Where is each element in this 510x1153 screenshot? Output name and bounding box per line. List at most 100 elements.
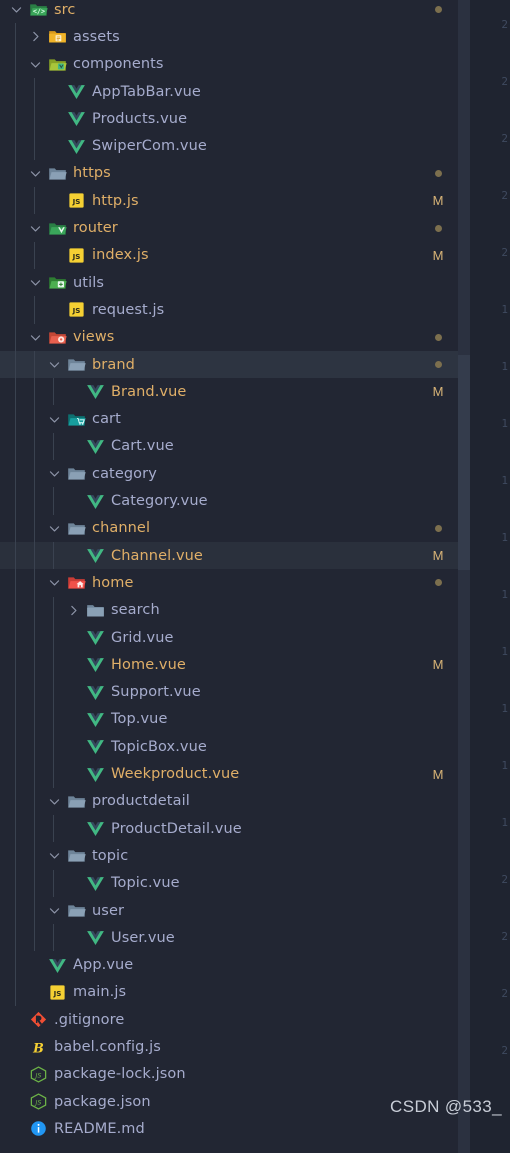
tree-item-label: http.js [92, 192, 139, 209]
tree-item-label: AppTabBar.vue [92, 83, 201, 100]
tree-folder-https[interactable]: https [0, 160, 458, 187]
tree-file-cart-vue[interactable]: Cart.vue [0, 433, 458, 460]
tree-folder-productdetail[interactable]: productdetail [0, 788, 458, 815]
tree-folder-router[interactable]: router [0, 214, 458, 241]
vue-icon [67, 82, 86, 101]
chevron-down-icon[interactable] [46, 793, 62, 809]
tree-file-top-vue[interactable]: Top.vue [0, 706, 458, 733]
tree-file-brand-vue[interactable]: Brand.vue M [0, 378, 458, 405]
editor-line-number: 1 [501, 816, 508, 829]
tree-folder-topic[interactable]: topic [0, 842, 458, 869]
tree-folder-views[interactable]: views [0, 324, 458, 351]
tree-file-topic-vue[interactable]: Topic.vue [0, 870, 458, 897]
tree-item-label: ProductDetail.vue [111, 820, 242, 837]
tree-file-products-vue[interactable]: Products.vue [0, 105, 458, 132]
chevron-down-icon[interactable] [27, 56, 43, 72]
tree-item-label: src [54, 1, 76, 18]
tree-file-http-js[interactable]: JS http.js M [0, 187, 458, 214]
chevron-down-icon[interactable] [27, 329, 43, 345]
tree-file-apptabbar-vue[interactable]: AppTabBar.vue [0, 78, 458, 105]
tree-item-label: Grid.vue [111, 629, 174, 646]
folder-icon [67, 573, 86, 592]
tree-item-label: Home.vue [111, 656, 186, 673]
js-icon: JS [67, 246, 86, 265]
folder-icon [67, 464, 86, 483]
sidebar-splitter[interactable] [458, 0, 470, 1153]
tree-file-weekproduct-vue[interactable]: Weekproduct.vue M [0, 760, 458, 787]
chevron-down-icon[interactable] [46, 411, 62, 427]
tree-file-package-lock-json[interactable]: JS package-lock.json [0, 1061, 458, 1088]
chevron-down-icon[interactable] [27, 275, 43, 291]
tree-item-label: productdetail [92, 793, 190, 810]
tree-file-user-vue[interactable]: User.vue [0, 924, 458, 951]
tree-file-request-js[interactable]: JS request.js [0, 296, 458, 323]
editor-line-number: 2 [501, 987, 508, 1000]
folder-icon [48, 273, 67, 292]
vue-icon [67, 137, 86, 156]
explorer-file-tree[interactable]: </> src assets components AppTabBar.vue Produ… [0, 0, 458, 1153]
chevron-down-icon[interactable] [27, 220, 43, 236]
chevron-down-icon[interactable] [46, 903, 62, 919]
folder-icon [67, 519, 86, 538]
chevron-down-icon[interactable] [46, 848, 62, 864]
tree-file-swipercom-vue[interactable]: SwiperCom.vue [0, 133, 458, 160]
tree-item-label: request.js [92, 301, 165, 318]
vue-icon [86, 628, 105, 647]
tree-item-label: User.vue [111, 929, 175, 946]
tree-item-label: SwiperCom.vue [92, 138, 207, 155]
tree-file-channel-vue[interactable]: Channel.vue M [0, 542, 458, 570]
tree-folder-brand[interactable]: brand [0, 350, 458, 379]
editor-pane-sliver[interactable]: 2 2 2 2 2 1 1 1 1 1 1 1 1 1 1 2 2 2 2 [470, 0, 510, 1153]
tree-folder-user[interactable]: user [0, 897, 458, 924]
chevron-down-icon[interactable] [46, 520, 62, 536]
vue-icon [86, 492, 105, 511]
tree-file-main-js[interactable]: JS main.js [0, 979, 458, 1006]
chevron-down-icon[interactable] [46, 466, 62, 482]
tree-file-productdetail-vue[interactable]: ProductDetail.vue [0, 815, 458, 842]
tree-folder-search[interactable]: search [0, 597, 458, 624]
folder-icon [67, 846, 86, 865]
tree-file-grid-vue[interactable]: Grid.vue [0, 624, 458, 651]
tree-item-label: utils [73, 274, 104, 291]
tree-file-index-js[interactable]: JS index.js M [0, 242, 458, 269]
tree-file-readme-md[interactable]: README.md [0, 1115, 458, 1142]
tree-file--gitignore[interactable]: .gitignore [0, 1006, 458, 1033]
tree-file-topicbox-vue[interactable]: TopicBox.vue [0, 733, 458, 760]
vue-icon [86, 874, 105, 893]
tree-folder-src[interactable]: </> src [0, 0, 458, 23]
editor-line-number: 1 [501, 417, 508, 430]
tree-item-label: views [73, 329, 115, 346]
folder-icon: </> [29, 0, 48, 19]
tree-file-app-vue[interactable]: App.vue [0, 952, 458, 979]
js-icon: JS [67, 300, 86, 319]
editor-line-number: 2 [501, 246, 508, 259]
tree-item-label: Support.vue [111, 684, 201, 701]
chevron-down-icon[interactable] [46, 357, 62, 373]
tree-folder-utils[interactable]: utils [0, 269, 458, 296]
explorer-scrollbar-thumb[interactable] [458, 355, 470, 570]
tree-item-label: components [73, 56, 164, 73]
chevron-right-icon[interactable] [27, 29, 43, 45]
tree-file-category-vue[interactable]: Category.vue [0, 487, 458, 514]
tree-file-support-vue[interactable]: Support.vue [0, 679, 458, 706]
tree-folder-home[interactable]: home [0, 569, 458, 596]
vue-icon [86, 437, 105, 456]
tree-file-home-vue[interactable]: Home.vue M [0, 651, 458, 678]
chevron-down-icon[interactable] [27, 165, 43, 181]
tree-folder-components[interactable]: components [0, 51, 458, 78]
chevron-down-icon[interactable] [8, 2, 24, 18]
tree-folder-assets[interactable]: assets [0, 23, 458, 50]
tree-folder-category[interactable]: category [0, 460, 458, 487]
tree-file-babel-config-js[interactable]: Bbabel.config.js [0, 1033, 458, 1060]
tree-folder-cart[interactable]: cart [0, 406, 458, 433]
tree-item-label: cart [92, 411, 121, 428]
tree-folder-channel[interactable]: channel [0, 515, 458, 542]
chevron-right-icon[interactable] [65, 602, 81, 618]
chevron-down-icon[interactable] [46, 575, 62, 591]
